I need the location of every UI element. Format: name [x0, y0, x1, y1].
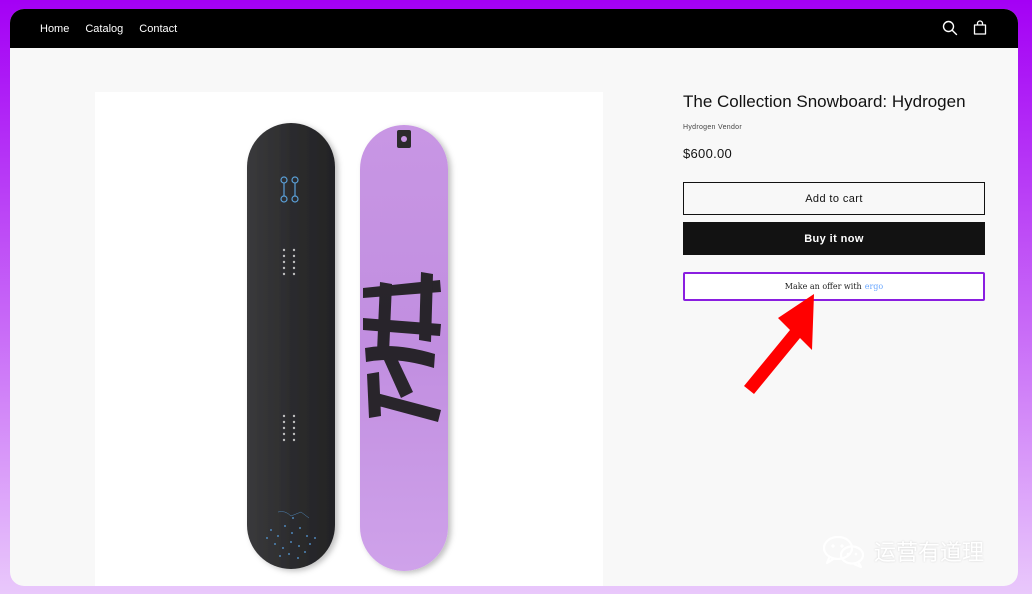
nav-link-home[interactable]: Home: [40, 23, 69, 35]
search-icon[interactable]: [941, 19, 959, 37]
nav-link-contact[interactable]: Contact: [139, 23, 177, 35]
snowboard-image-graphic: [247, 123, 448, 571]
top-navigation-bar: Home Catalog Contact: [10, 9, 1018, 48]
nav-link-catalog[interactable]: Catalog: [85, 23, 123, 35]
wechat-icon: [822, 535, 865, 568]
main-nav: Home Catalog Contact: [40, 9, 193, 48]
ergo-brand-label: ergo: [864, 282, 884, 291]
browser-window: Home Catalog Contact The Collection Snow…: [10, 9, 1018, 586]
wechat-watermark: 运营有道理: [822, 534, 984, 568]
watermark-text: 运营有道理: [874, 541, 985, 566]
product-vendor: Hydrogen Vendor: [683, 124, 742, 131]
product-image[interactable]: [95, 92, 603, 586]
buy-now-button[interactable]: Buy it now: [683, 222, 985, 255]
add-to-cart-button[interactable]: Add to cart: [683, 182, 985, 215]
make-offer-button[interactable]: Make an offer with ergo: [683, 272, 985, 301]
purple-snowboard: [360, 125, 448, 571]
dark-snowboard: [247, 123, 335, 569]
cart-icon[interactable]: [971, 19, 989, 37]
product-title: The Collection Snowboard: Hydrogen: [683, 92, 966, 111]
product-price: $600.00: [683, 146, 733, 161]
red-arrow-annotation: [744, 294, 814, 394]
